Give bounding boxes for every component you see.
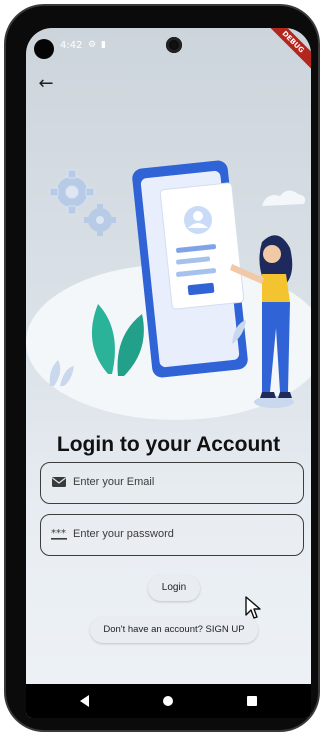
home-circle-icon[interactable]: [159, 692, 177, 710]
app-screen: 4:42 ⚙ ▮ DEBUG ← Login to your Account E…: [26, 28, 311, 718]
settings-icon: ⚙: [88, 40, 97, 50]
email-field[interactable]: Enter your Email: [40, 462, 304, 504]
email-icon: [52, 477, 66, 487]
mouse-cursor-icon: [245, 596, 261, 619]
svg-text:***: ***: [51, 528, 66, 539]
debug-banner: DEBUG: [260, 28, 311, 75]
gear-icon: [49, 169, 95, 215]
front-camera-cutout: [34, 39, 54, 59]
password-icon: ***: [51, 528, 67, 540]
cloud-icon: [262, 190, 306, 206]
back-triangle-icon[interactable]: [76, 692, 94, 710]
back-arrow-icon[interactable]: ←: [34, 72, 58, 96]
password-placeholder: Enter your password: [73, 528, 174, 540]
status-bar: 4:42 ⚙ ▮ DEBUG: [26, 28, 311, 75]
signup-button[interactable]: Don't have an account? SIGN UP: [90, 617, 258, 643]
small-gear-icon: [84, 204, 116, 236]
phone-frame: 4:42 ⚙ ▮ DEBUG ← Login to your Account E…: [6, 6, 318, 730]
recents-square-icon[interactable]: [243, 692, 261, 710]
profile-card-illustration: [159, 182, 245, 310]
sim-card-icon: ▮: [101, 40, 106, 50]
system-navigation-bar: [26, 684, 311, 718]
login-illustration: [26, 160, 311, 420]
camera-icon: [166, 37, 182, 53]
email-placeholder: Enter your Email: [73, 476, 155, 488]
password-field[interactable]: *** Enter your password: [40, 514, 304, 556]
login-button[interactable]: Login: [148, 575, 200, 601]
status-time: 4:42: [60, 40, 83, 51]
page-title: Login to your Account: [56, 433, 281, 456]
